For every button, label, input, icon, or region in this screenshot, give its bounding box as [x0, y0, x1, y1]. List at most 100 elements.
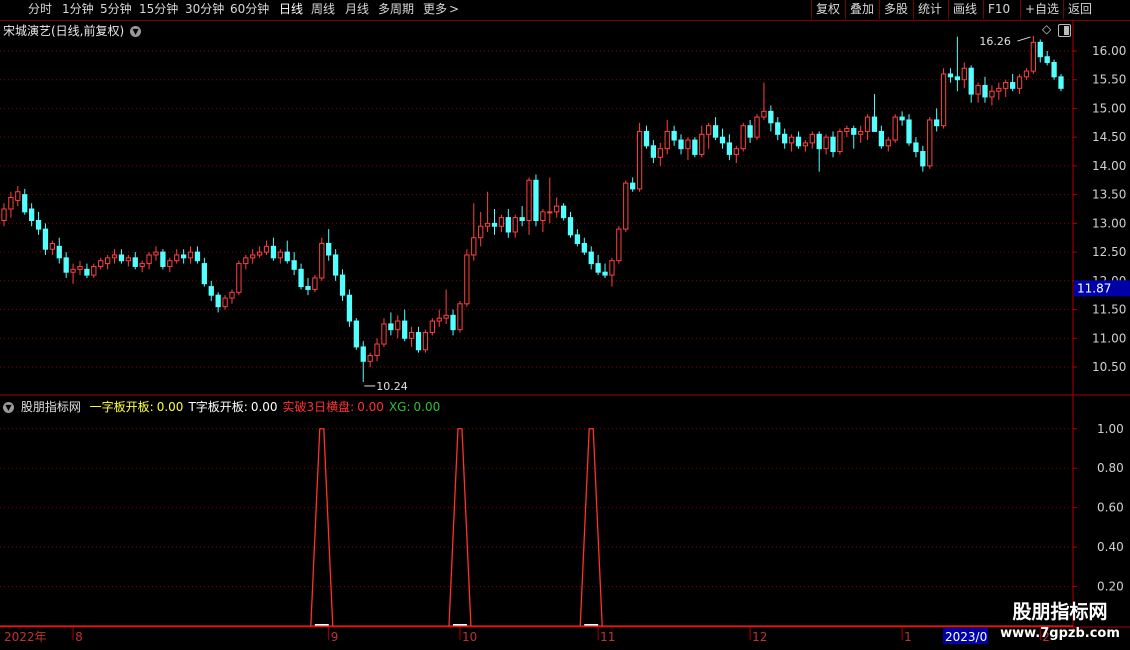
- candle-body: [8, 197, 14, 210]
- candle-body: [719, 136, 726, 144]
- candle-body: [726, 142, 733, 155]
- stock-title-bar: 宋城演艺(日线,前复权) ▼: [3, 22, 142, 39]
- candle-body: [505, 217, 511, 233]
- indicator-tick-label: 0.20: [1097, 580, 1124, 594]
- price-tick-label: 12.50: [1092, 245, 1126, 259]
- period-tab-1[interactable]: 1分钟: [62, 1, 94, 18]
- chevron-down-icon[interactable]: ▼: [130, 26, 142, 37]
- price-tick-label: 13.00: [1092, 216, 1126, 230]
- period-tab-0[interactable]: 分时: [28, 1, 52, 18]
- more-arrow-icon[interactable]: >: [449, 1, 459, 18]
- candle-body: [360, 346, 366, 362]
- candle-body: [98, 260, 104, 267]
- date-highlight-label: 2023/0: [945, 630, 987, 644]
- period-tab-6[interactable]: 日线: [279, 1, 303, 18]
- candle-body: [664, 130, 670, 150]
- candle-body: [574, 234, 581, 244]
- period-tab-7[interactable]: 周线: [311, 1, 335, 18]
- period-tab-9[interactable]: 多周期: [378, 1, 414, 18]
- candle-body: [229, 291, 235, 299]
- period-tab-2[interactable]: 5分钟: [100, 1, 132, 18]
- candle-body: [961, 67, 967, 81]
- chevron-down-icon[interactable]: ▼: [3, 402, 14, 413]
- candle-body: [837, 130, 843, 153]
- period-tab-10[interactable]: 更多: [423, 1, 447, 18]
- date-tick-label: 2022年: [4, 630, 47, 644]
- candle-body: [491, 222, 498, 227]
- candle-body: [312, 277, 318, 290]
- candle-body: [809, 133, 815, 144]
- candle-body: [429, 320, 435, 334]
- candle-body: [284, 251, 290, 262]
- candle-body: [554, 205, 560, 213]
- candle-body: [671, 130, 677, 141]
- candle-body: [685, 139, 691, 150]
- candle-body: [519, 217, 525, 221]
- toolbar-button-2[interactable]: 多股: [879, 0, 912, 19]
- candle-body: [871, 116, 878, 132]
- chart-area[interactable]: 16.00 15.50 15.00 14.50 14.00 13.50 13.00 12.50…: [0, 20, 1130, 650]
- candle-body: [885, 139, 891, 147]
- candle-body: [1058, 76, 1064, 89]
- period-tab-5[interactable]: 60分钟: [230, 1, 269, 18]
- candle-body: [747, 125, 753, 138]
- candle-body: [298, 268, 304, 288]
- candle-body: [402, 320, 408, 339]
- candle-body: [636, 130, 643, 190]
- candle-body: [699, 133, 705, 155]
- candle-body: [1, 208, 7, 221]
- candle-body: [1009, 82, 1016, 89]
- candle-body: [201, 263, 207, 285]
- period-tab-3[interactable]: 15分钟: [139, 1, 178, 18]
- signal-spike: [448, 428, 472, 627]
- candle-body: [256, 251, 263, 256]
- toolbar-button-7[interactable]: 返回: [1063, 0, 1096, 19]
- candle-body: [588, 251, 594, 265]
- min-price-label: 10.24: [376, 380, 408, 393]
- candle-body: [243, 257, 249, 265]
- candle-body: [692, 139, 698, 155]
- current-price-label: 11.87: [1077, 281, 1111, 295]
- candle-body: [484, 222, 491, 227]
- candle-body: [775, 122, 781, 135]
- diamond-icon[interactable]: ◇: [1042, 22, 1051, 36]
- date-tick-label: 10: [462, 630, 477, 644]
- toolbar-button-5[interactable]: F10: [983, 0, 1014, 19]
- toolbar-button-0[interactable]: 复权: [811, 0, 844, 19]
- date-tick-label: 11: [600, 630, 615, 644]
- candle-body: [160, 251, 166, 267]
- candle-body: [422, 332, 429, 351]
- candle-body: [892, 116, 898, 141]
- toolbar-button-1[interactable]: 叠加: [845, 0, 878, 19]
- candle-body: [581, 242, 587, 253]
- toolbar-button-4[interactable]: 画线: [948, 0, 981, 19]
- candle-body: [15, 191, 21, 201]
- price-tick-label: 13.50: [1092, 188, 1126, 202]
- candle-body: [968, 67, 974, 95]
- candle-body: [478, 225, 484, 239]
- period-tab-4[interactable]: 30分钟: [185, 1, 224, 18]
- candle-body: [740, 125, 746, 150]
- candle-body: [844, 128, 850, 132]
- candle-body: [118, 254, 125, 262]
- panel-toggle-icon[interactable]: [1058, 24, 1071, 37]
- date-tick-label: 9: [331, 630, 339, 644]
- candle-body: [851, 128, 857, 135]
- candle-body: [512, 217, 518, 233]
- period-tab-8[interactable]: 月线: [345, 1, 369, 18]
- candle-body: [84, 268, 90, 276]
- candle-body: [927, 119, 933, 167]
- candle-body: [989, 90, 995, 98]
- candle-body: [450, 314, 456, 331]
- date-tick-label: 1: [904, 630, 912, 644]
- toolbar-button-3[interactable]: 统计: [913, 0, 946, 19]
- candle-body: [712, 125, 719, 138]
- candle-body: [277, 251, 283, 259]
- candle-body: [630, 182, 636, 190]
- legend-value-1: 0.00: [250, 400, 278, 414]
- toolbar-button-6[interactable]: +自选: [1020, 0, 1063, 19]
- signal-spike: [579, 428, 603, 627]
- candle-body: [858, 130, 864, 135]
- candle-body: [381, 323, 387, 345]
- candle-body: [706, 125, 712, 135]
